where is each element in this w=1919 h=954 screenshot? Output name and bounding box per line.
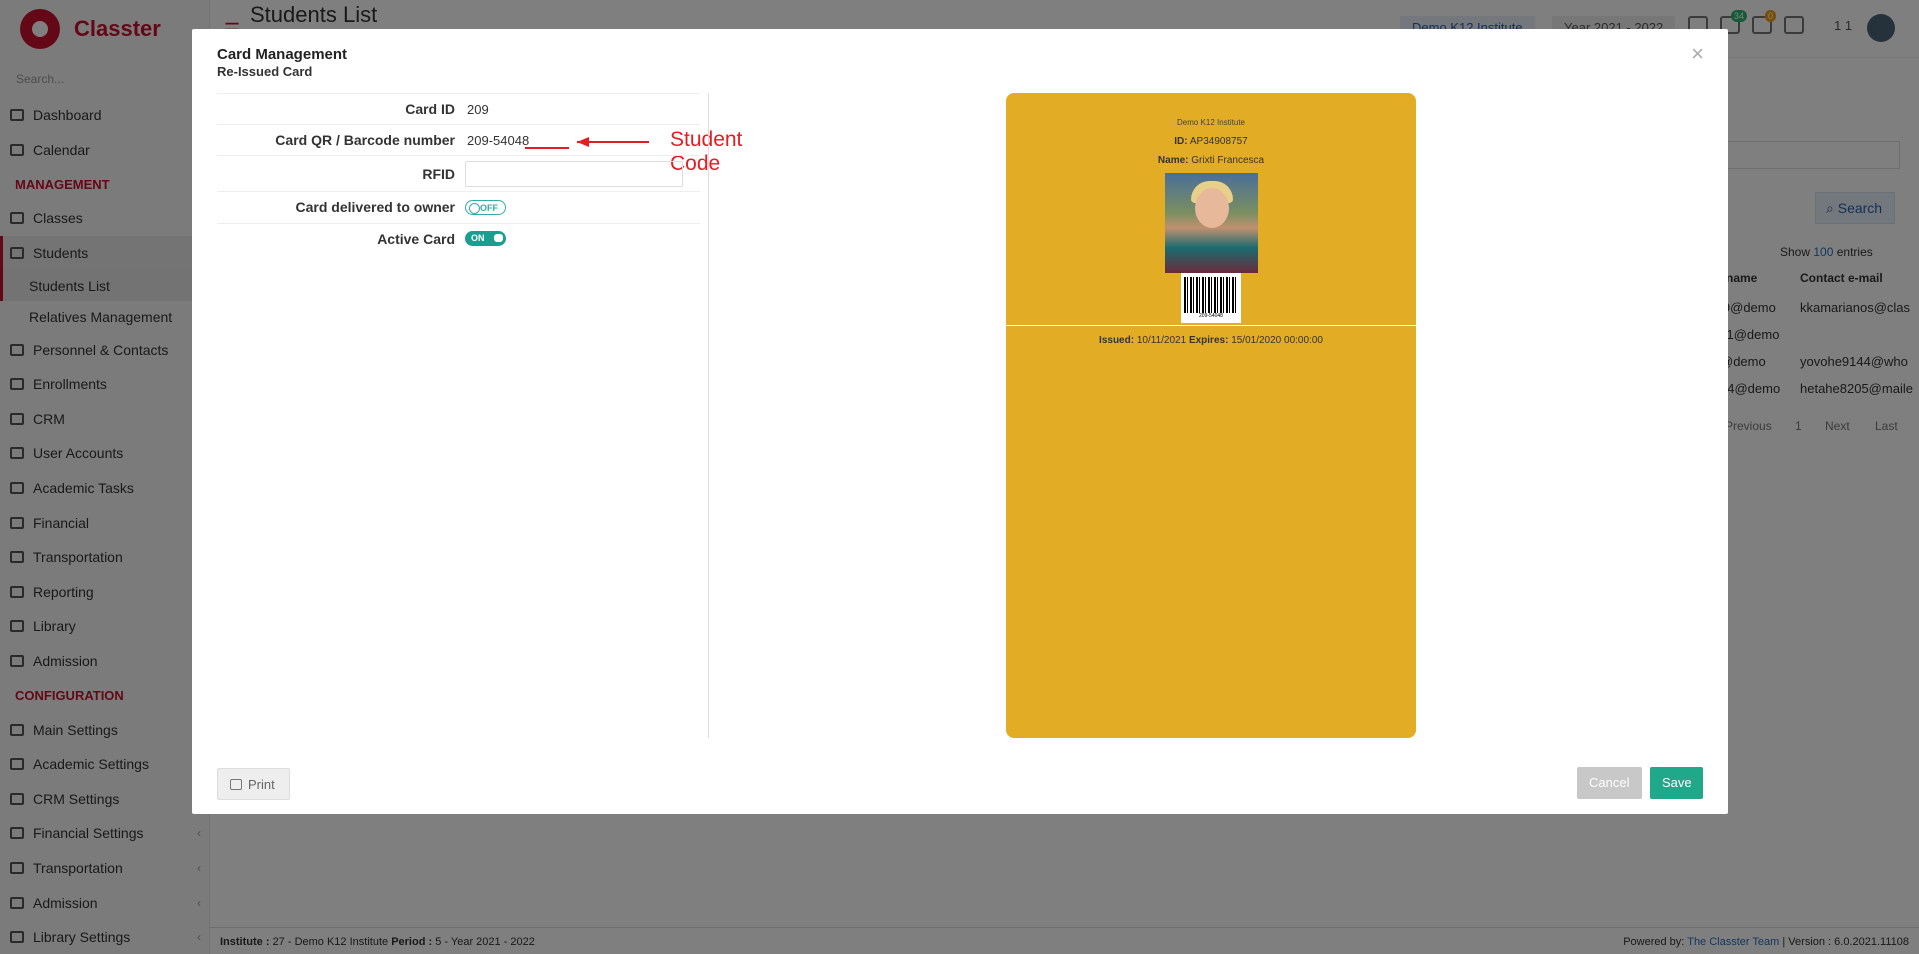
dialog-title: Card Management: [217, 46, 348, 63]
active-label: Active Card: [377, 230, 455, 247]
arrow-left-icon: [577, 137, 589, 148]
card-institute: Demo K12 Institute: [1176, 118, 1246, 127]
print-button[interactable]: Print: [217, 768, 290, 800]
card-management-dialog: Card Management Re-Issued Card × Card ID…: [192, 29, 1728, 814]
barcode-label: Card QR / Barcode number: [275, 132, 455, 149]
expires-label: Expires:: [1188, 335, 1229, 346]
photo-face: [1194, 188, 1229, 228]
close-icon[interactable]: ×: [1691, 41, 1704, 67]
card-form: Card ID 209 Card QR / Barcode number 209…: [217, 93, 742, 254]
expires-date: 15/01/2020 00:00:00: [1231, 335, 1323, 346]
form-row-rfid: RFID: [217, 155, 700, 191]
card-id-text: AP34908757: [1189, 136, 1248, 147]
annotation-underline: [525, 147, 569, 150]
rfid-input[interactable]: [465, 160, 683, 187]
print-icon: [230, 779, 242, 790]
card-id-value: 209: [467, 101, 489, 117]
issued-label: Issued:: [1099, 335, 1135, 346]
card-name-line: Name: Grixti Francesca: [1006, 155, 1416, 166]
form-row-card-id: Card ID 209: [217, 93, 700, 124]
barcode-text: 209-54048: [1199, 313, 1223, 319]
print-button-label: Print: [248, 777, 275, 792]
issued-date: 10/11/2021: [1136, 335, 1187, 346]
divider: [708, 93, 709, 738]
barcode-image: 209-54048: [1181, 273, 1241, 323]
id-card-preview: Demo K12 Institute ID: AP34908757 Name: …: [1006, 93, 1416, 738]
card-id-label: ID:: [1174, 136, 1188, 147]
rfid-label: RFID: [422, 165, 455, 182]
student-photo: [1164, 173, 1258, 273]
dialog-subtitle: Re-Issued Card: [217, 64, 313, 79]
save-button[interactable]: Save: [1650, 767, 1703, 799]
barcode-bars: [1184, 277, 1238, 313]
form-row-delivered: Card delivered to owner OFF: [217, 191, 700, 222]
cancel-button[interactable]: Cancel: [1577, 767, 1642, 799]
barcode-value: 209-54048: [467, 132, 530, 148]
card-name-label: Name:: [1157, 155, 1189, 166]
active-toggle[interactable]: ON: [465, 231, 506, 247]
card-id-label: Card ID: [405, 101, 455, 118]
form-row-active: Active Card ON: [217, 222, 700, 254]
card-name-text: Grixti Francesca: [1191, 155, 1265, 166]
delivered-toggle[interactable]: OFF: [465, 199, 506, 215]
card-dates: Issued: 10/11/2021 Expires: 15/01/2020 0…: [1006, 335, 1416, 346]
form-row-barcode: Card QR / Barcode number 209-54048 Stude…: [217, 124, 742, 175]
card-divider: [1006, 325, 1416, 326]
delivered-label: Card delivered to owner: [295, 199, 455, 216]
card-id-line: ID: AP34908757: [1006, 136, 1416, 147]
